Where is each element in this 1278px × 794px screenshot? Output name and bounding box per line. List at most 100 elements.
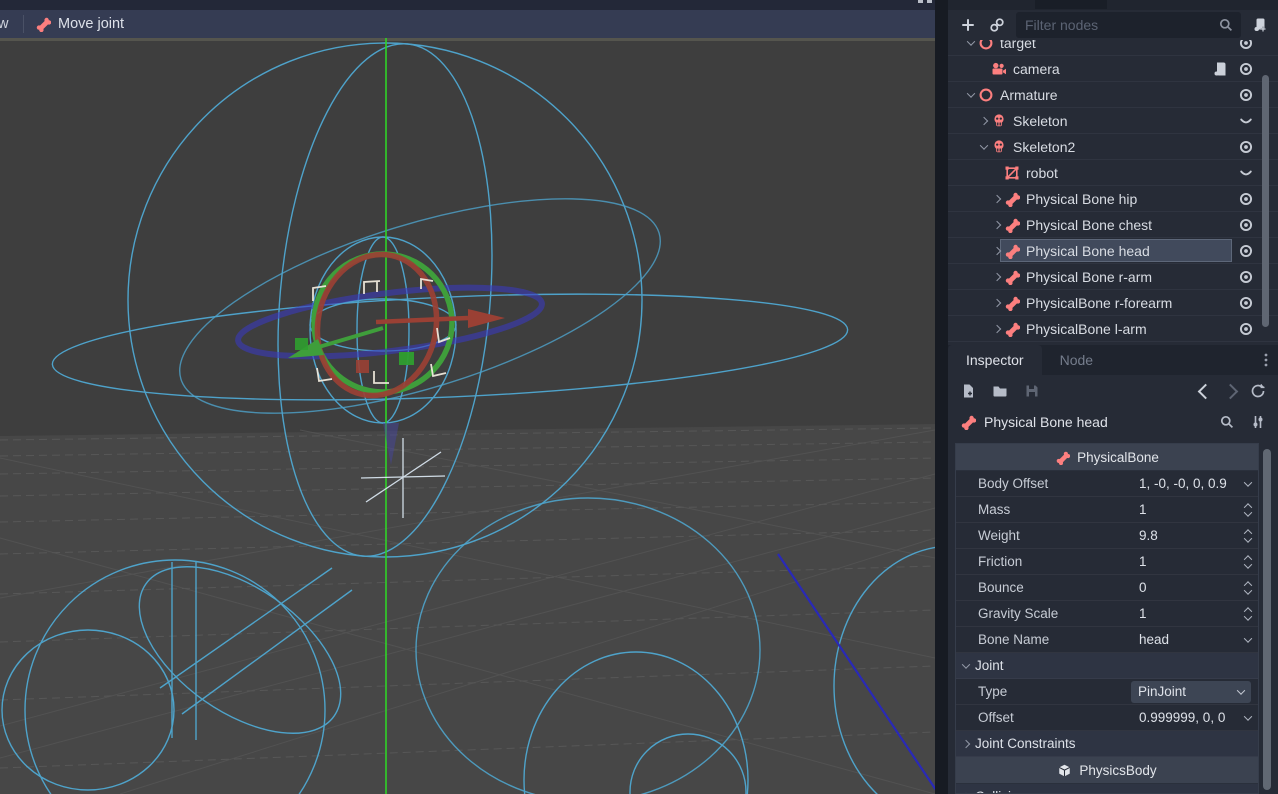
property-row: Weight9.8 — [956, 523, 1258, 549]
value-spinner[interactable] — [1245, 607, 1251, 621]
property-value[interactable]: 1, -0, -0, 0, 0.9 — [1139, 476, 1258, 491]
tree-row[interactable]: robot — [948, 160, 1278, 186]
object-history-icon[interactable] — [1250, 383, 1266, 399]
tree-row[interactable]: target — [948, 40, 1278, 56]
inspector-dock: Inspector Node Physical Bone head Physic… — [948, 345, 1278, 794]
value-text[interactable]: head — [1139, 632, 1240, 647]
gizmo-x-scale-handle[interactable] — [356, 360, 369, 373]
expander-icon[interactable] — [977, 144, 991, 150]
tree-row[interactable]: Skeleton — [948, 108, 1278, 134]
search-properties-icon[interactable] — [1219, 414, 1235, 430]
tab-node[interactable]: Node — [1042, 345, 1111, 375]
filter-nodes-wrap — [1016, 12, 1241, 38]
value-spinner[interactable] — [1245, 529, 1251, 543]
value-text[interactable]: 1 — [1139, 606, 1240, 621]
property-value[interactable]: 0 — [1139, 580, 1258, 595]
tree-row[interactable]: PhysicalBone r-forearm — [948, 290, 1278, 316]
value-text[interactable]: 1 — [1139, 502, 1240, 517]
value-text[interactable]: 0.999999, 0, 0 — [1139, 710, 1240, 725]
expander-icon[interactable] — [990, 196, 1004, 202]
visibility-off-icon[interactable] — [1238, 113, 1254, 129]
visibility-on-icon[interactable] — [1238, 269, 1254, 285]
load-resource-icon[interactable] — [992, 383, 1008, 399]
property-value[interactable]: 9.8 — [1139, 528, 1258, 543]
property-value[interactable]: head — [1139, 632, 1258, 647]
property-label: Offset — [956, 710, 1139, 725]
category-row[interactable]: Joint Constraints — [956, 731, 1258, 757]
value-spinner[interactable] — [1245, 555, 1251, 569]
save-resource-icon[interactable] — [1024, 383, 1040, 399]
tree-row[interactable]: PhysicalBone l-arm — [948, 316, 1278, 342]
tab-inspector[interactable]: Inspector — [948, 345, 1042, 375]
expander-icon[interactable] — [964, 92, 978, 98]
add-node-button[interactable] — [958, 15, 978, 35]
right-dock: target cameraArmatureSkeletonSkeleton2rob… — [948, 0, 1278, 794]
tree-row[interactable]: Physical Bone chest — [948, 212, 1278, 238]
property-label: Weight — [956, 528, 1139, 543]
3d-viewport-canvas[interactable] — [0, 38, 935, 794]
script-attached-icon[interactable] — [1212, 61, 1228, 77]
new-resource-icon[interactable] — [960, 383, 976, 399]
property-value[interactable]: PinJoint — [1139, 681, 1258, 703]
gizmo-scale-handle[interactable] — [295, 338, 308, 350]
tree-row[interactable]: Armature — [948, 82, 1278, 108]
tree-row[interactable]: Skeleton2 — [948, 134, 1278, 160]
chevron-down-icon[interactable] — [1244, 712, 1252, 720]
expander-icon[interactable] — [964, 40, 978, 46]
expander-icon[interactable] — [990, 274, 1004, 280]
tree-row[interactable]: camera — [948, 56, 1278, 82]
tree-node-label: target — [1000, 40, 1278, 51]
panel-menu-button[interactable] — [1258, 345, 1278, 375]
property-tools-icon[interactable] — [1250, 414, 1266, 430]
value-text[interactable]: 9.8 — [1139, 528, 1240, 543]
filter-nodes-input[interactable] — [1016, 12, 1241, 38]
visibility-on-icon[interactable] — [1238, 295, 1254, 311]
category-label: Collision — [975, 789, 1026, 794]
tree-row[interactable]: Physical Bone r-arm — [948, 264, 1278, 290]
instance-scene-button[interactable] — [987, 15, 1007, 35]
category-row[interactable]: Collision — [956, 784, 1258, 794]
section-header[interactable]: PhysicalBone — [956, 444, 1258, 471]
value-text[interactable]: 1 — [1139, 554, 1240, 569]
value-spinner[interactable] — [1245, 503, 1251, 517]
object-name: Physical Bone head — [984, 414, 1108, 430]
dropdown-select[interactable]: PinJoint — [1131, 681, 1251, 703]
category-row[interactable]: Joint — [956, 653, 1258, 679]
property-value[interactable]: 1 — [1139, 502, 1258, 517]
visibility-on-icon[interactable] — [1238, 40, 1254, 51]
value-text[interactable]: 0 — [1139, 580, 1240, 595]
visibility-on-icon[interactable] — [1238, 321, 1254, 337]
history-forward-icon[interactable] — [1223, 383, 1239, 399]
expander-icon[interactable] — [990, 300, 1004, 306]
property-value[interactable]: 1 — [1139, 606, 1258, 621]
value-spinner[interactable] — [1245, 581, 1251, 595]
viewport-toolbar: w Move joint — [0, 10, 935, 38]
expander-icon[interactable] — [990, 248, 1004, 254]
value-text[interactable]: 1, -0, -0, 0, 0.9 — [1139, 476, 1240, 491]
tree-row[interactable]: Physical Bone hip — [948, 186, 1278, 212]
expander-icon[interactable] — [990, 326, 1004, 332]
inspector-scrollbar[interactable] — [1263, 449, 1271, 790]
visibility-off-icon[interactable] — [1238, 165, 1254, 181]
section-header[interactable]: PhysicsBody — [956, 757, 1258, 784]
gizmo-y-scale-handle[interactable] — [399, 352, 414, 365]
tree-row[interactable]: Physical Bone head — [948, 238, 1278, 264]
visibility-on-icon[interactable] — [1238, 217, 1254, 233]
property-value[interactable]: 1 — [1139, 554, 1258, 569]
expander-icon[interactable] — [990, 222, 1004, 228]
visibility-on-icon[interactable] — [1238, 139, 1254, 155]
visibility-on-icon[interactable] — [1238, 243, 1254, 259]
expander-icon[interactable] — [977, 118, 991, 124]
visibility-on-icon[interactable] — [1238, 87, 1254, 103]
panel-menu-icon — [1258, 352, 1274, 368]
attach-script-button[interactable] — [1250, 15, 1270, 35]
history-back-icon[interactable] — [1198, 383, 1214, 399]
visibility-on-icon[interactable] — [1238, 191, 1254, 207]
property-value[interactable]: 0.999999, 0, 0 — [1139, 710, 1258, 725]
value-text[interactable]: PinJoint — [1138, 684, 1234, 699]
chevron-down-icon — [962, 660, 970, 668]
chevron-down-icon[interactable] — [1244, 634, 1252, 642]
visibility-on-icon[interactable] — [1238, 61, 1254, 77]
viewport-panel: w Move joint — [0, 0, 935, 794]
chevron-down-icon[interactable] — [1244, 478, 1252, 486]
